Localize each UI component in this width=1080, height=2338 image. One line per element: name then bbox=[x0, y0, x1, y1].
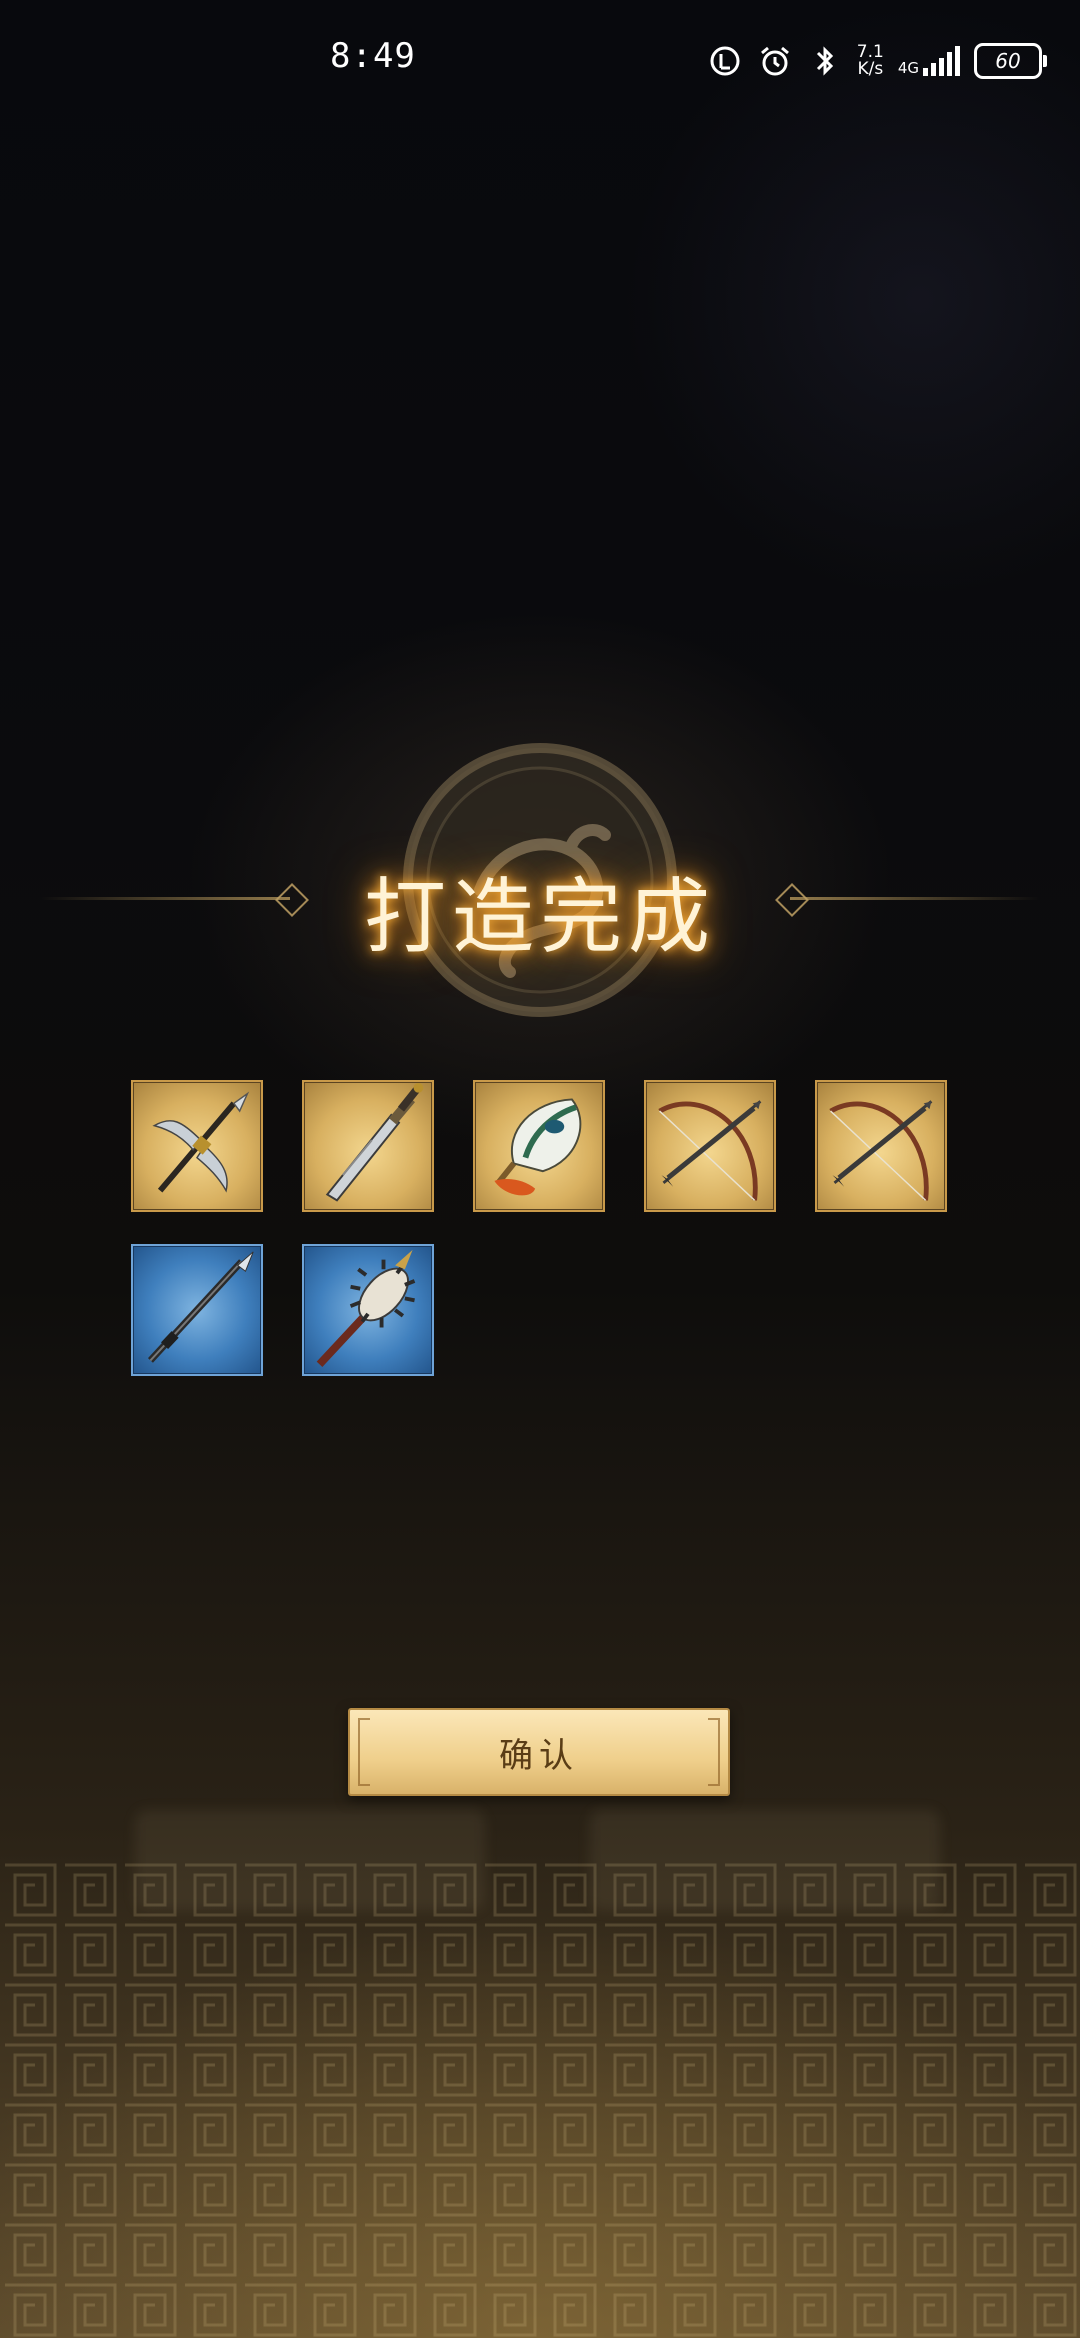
halberd-icon bbox=[152, 1091, 250, 1193]
network-type: 4G bbox=[897, 59, 919, 77]
signal-bars-icon bbox=[923, 46, 960, 76]
bluetooth-icon bbox=[807, 43, 843, 79]
background-blurred-panel-left bbox=[135, 1810, 485, 1910]
item-slot-bow-1[interactable] bbox=[644, 1080, 776, 1212]
confirm-button[interactable]: 确认 bbox=[348, 1708, 730, 1796]
item-slot-sword[interactable] bbox=[302, 1080, 434, 1212]
item-slot-spiked-mace[interactable] bbox=[302, 1244, 434, 1376]
status-time: 8:49 bbox=[330, 36, 416, 76]
item-slot-spear[interactable] bbox=[131, 1244, 263, 1376]
background-blurred-panel-right bbox=[590, 1810, 940, 1910]
bow-icon bbox=[658, 1100, 762, 1201]
network-speed-unit: K/s bbox=[857, 59, 884, 79]
data-saver-icon bbox=[707, 43, 743, 79]
confirm-button-label: 确认 bbox=[499, 1735, 579, 1776]
spear-icon bbox=[147, 1251, 254, 1363]
feather-fan-icon bbox=[494, 1098, 582, 1196]
cellular-signal: 4G bbox=[898, 46, 960, 76]
dialog-title: 打造完成 bbox=[363, 870, 716, 965]
bow-icon bbox=[829, 1100, 933, 1201]
item-slot-halberd[interactable] bbox=[131, 1080, 263, 1212]
battery-icon: 60 bbox=[974, 43, 1047, 79]
sword-icon bbox=[325, 1082, 424, 1202]
item-slot-feather-fan[interactable] bbox=[473, 1080, 605, 1212]
status-icons: 7.1 K/s 4G 60 bbox=[707, 38, 1047, 84]
status-bar: 8:49 7.1 K/s 4G 60 bbox=[0, 0, 1080, 120]
battery-level: 60 bbox=[995, 49, 1021, 73]
alarm-icon bbox=[757, 43, 793, 79]
network-speed: 7.1 K/s bbox=[857, 44, 884, 78]
fret-pattern-background bbox=[0, 1860, 1080, 2338]
item-slot-bow-2[interactable] bbox=[815, 1080, 947, 1212]
spiked-mace-icon bbox=[316, 1249, 416, 1367]
